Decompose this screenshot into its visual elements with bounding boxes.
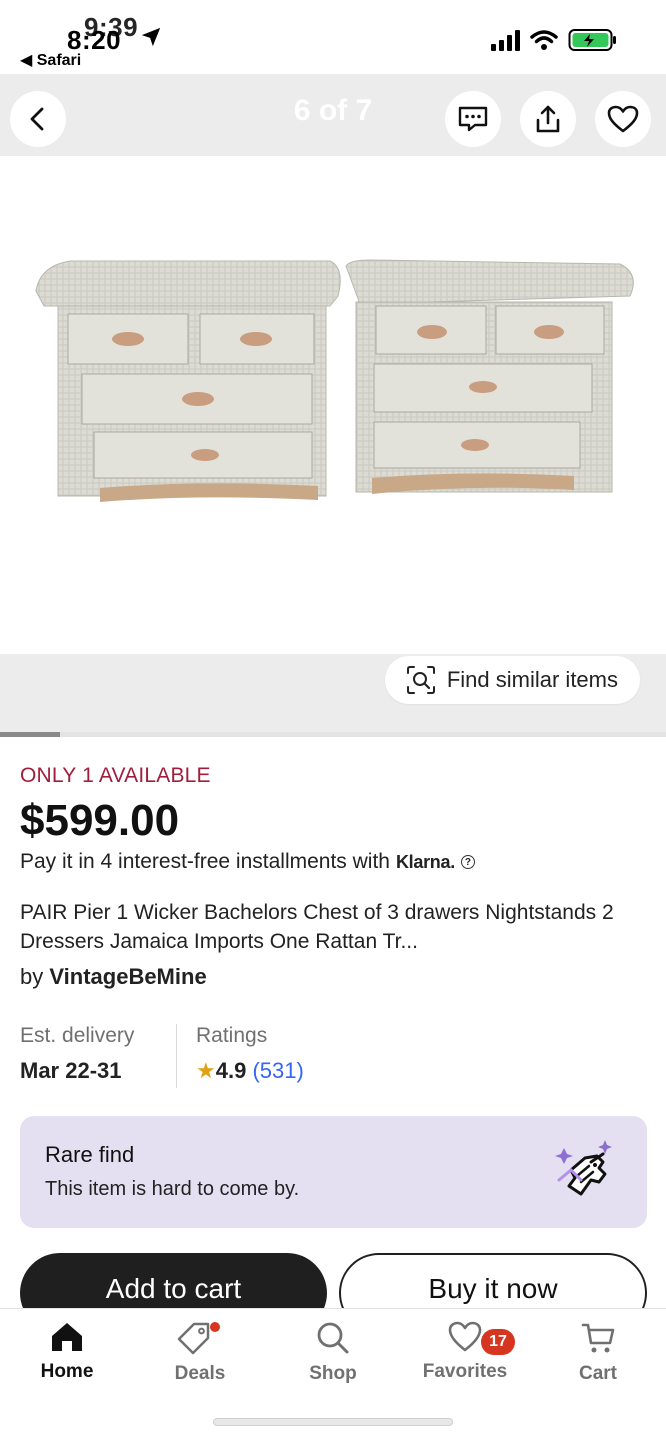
ratings-label: Ratings (196, 1024, 268, 1047)
rare-find-title: Rare find (45, 1142, 135, 1167)
price: $599.00 (20, 796, 180, 845)
info-icon[interactable]: ? (460, 855, 475, 869)
home-indicator[interactable] (213, 1418, 453, 1426)
listing-title: PAIR Pier 1 Wicker Bachelors Chest of 3 … (20, 901, 614, 953)
location-arrow-icon (141, 27, 161, 47)
heart-icon (448, 1321, 482, 1352)
wicker-dressers-image (35, 259, 634, 502)
tab-shop[interactable]: Shop (273, 1321, 393, 1385)
ratings-info[interactable]: Ratings ★4.9 (531) (196, 1024, 304, 1084)
home-icon (52, 1323, 82, 1351)
meta-divider (176, 1024, 177, 1088)
search-icon (317, 1322, 349, 1354)
gallery-top-bar: 6 of 7 (0, 74, 666, 156)
tab-favorites-label: Favorites (422, 1361, 508, 1382)
back-to-safari-link[interactable]: ◀ Safari (20, 50, 81, 70)
rating-count-link[interactable]: (531) (252, 1058, 303, 1083)
tab-home-label: Home (40, 1361, 94, 1382)
delivery-label: Est. delivery (20, 1024, 135, 1047)
battery-icon (568, 29, 616, 51)
star-icon: ★ (196, 1058, 216, 1083)
gallery-progress-fill (0, 732, 60, 737)
message-seller-button[interactable] (445, 91, 501, 147)
favorites-count-badge: 17 (481, 1329, 515, 1355)
installments-link[interactable]: Pay it in 4 interest-free installments w… (20, 850, 475, 874)
find-similar-items-button[interactable]: Find similar items (384, 656, 640, 704)
rare-find-subtitle: This item is hard to come by. (45, 1178, 300, 1200)
cellular-signal-icon (491, 29, 520, 51)
ratings-value: ★4.9 (531) (196, 1058, 304, 1084)
share-button[interactable] (520, 91, 576, 147)
tab-cart[interactable]: Cart (538, 1321, 658, 1385)
rare-find-banner: Rare find This item is hard to come by. (20, 1116, 647, 1228)
product-photo[interactable] (0, 156, 666, 654)
find-similar-label: Find similar items (446, 667, 618, 692)
wifi-icon (530, 30, 558, 50)
tab-cart-label: Cart (578, 1363, 617, 1384)
delivery-value: Mar 22-31 (20, 1058, 122, 1083)
seller-prefix: by (20, 964, 44, 989)
installments-text: Pay it in 4 interest-free installments w… (20, 850, 390, 873)
tab-favorites[interactable]: 17 Favorites (405, 1321, 525, 1383)
tab-shop-label: Shop (309, 1363, 357, 1384)
rating-score: 4.9 (215, 1058, 247, 1083)
cart-icon (581, 1323, 615, 1353)
watch-heart-button[interactable] (595, 91, 651, 147)
heart-icon (607, 105, 639, 133)
availability-label: ONLY 1 AVAILABLE (20, 764, 211, 787)
seller-link[interactable]: by VintageBeMine (20, 964, 207, 990)
seller-name: VintageBeMine (49, 964, 207, 989)
status-bar: 9:39 8:20 ◀ Safari (0, 0, 666, 74)
unicorn-icon (555, 1140, 612, 1196)
tab-deals-label: Deals (174, 1363, 226, 1384)
tab-home[interactable]: Home (7, 1321, 127, 1383)
gallery-progress-bar (0, 732, 666, 737)
visual-search-icon (406, 666, 435, 694)
tab-deals[interactable]: Deals (140, 1321, 260, 1385)
tag-icon (177, 1322, 220, 1355)
share-icon (536, 105, 560, 133)
klarna-logo: Klarna. (395, 851, 455, 872)
message-icon (458, 106, 488, 132)
image-gallery[interactable]: 6 of 7 Find similar items (0, 74, 666, 736)
delivery-info: Est. delivery Mar 22-31 (20, 1024, 134, 1084)
